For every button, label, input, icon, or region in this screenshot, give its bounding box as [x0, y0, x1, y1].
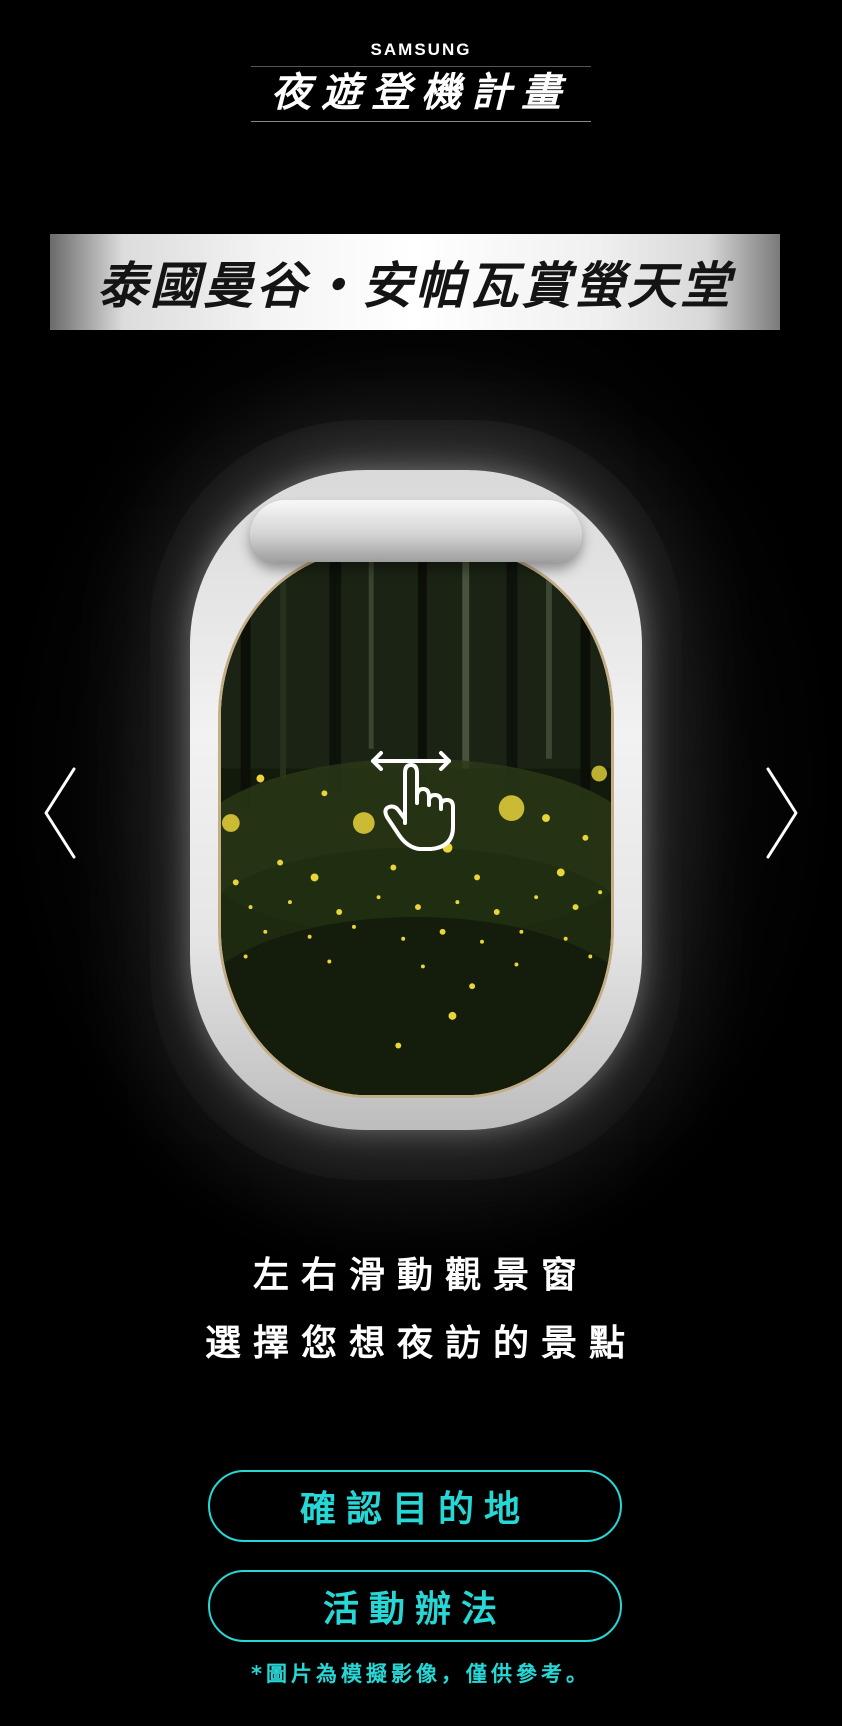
campaign-logo-title: 夜遊登機計畫 — [251, 66, 591, 122]
instruction-line-1: 左右滑動觀景窗 — [252, 1255, 589, 1296]
swipe-hand-icon — [371, 751, 455, 851]
image-disclaimer: *圖片為模擬影像，僅供參考。 — [251, 1662, 591, 1686]
header: SAMSUNG 夜遊登機計畫 — [0, 40, 842, 122]
event-rules-button[interactable]: 活動辦法 — [208, 1570, 622, 1642]
window-shade — [250, 500, 582, 562]
destination-banner: 泰國曼谷・安帕瓦賞螢天堂 — [50, 234, 780, 330]
confirm-destination-button[interactable]: 確認目的地 — [208, 1470, 622, 1542]
chevron-right-icon[interactable] — [762, 765, 802, 861]
swipe-instructions: 左右滑動觀景窗 選擇您想夜訪的景點 — [0, 1242, 842, 1378]
destination-title: 泰國曼谷・安帕瓦賞螢天堂 — [97, 257, 733, 315]
samsung-brand-logo: SAMSUNG — [370, 40, 472, 59]
instruction-line-2: 選擇您想夜訪的景點 — [204, 1323, 637, 1364]
chevron-left-icon[interactable] — [40, 765, 80, 861]
